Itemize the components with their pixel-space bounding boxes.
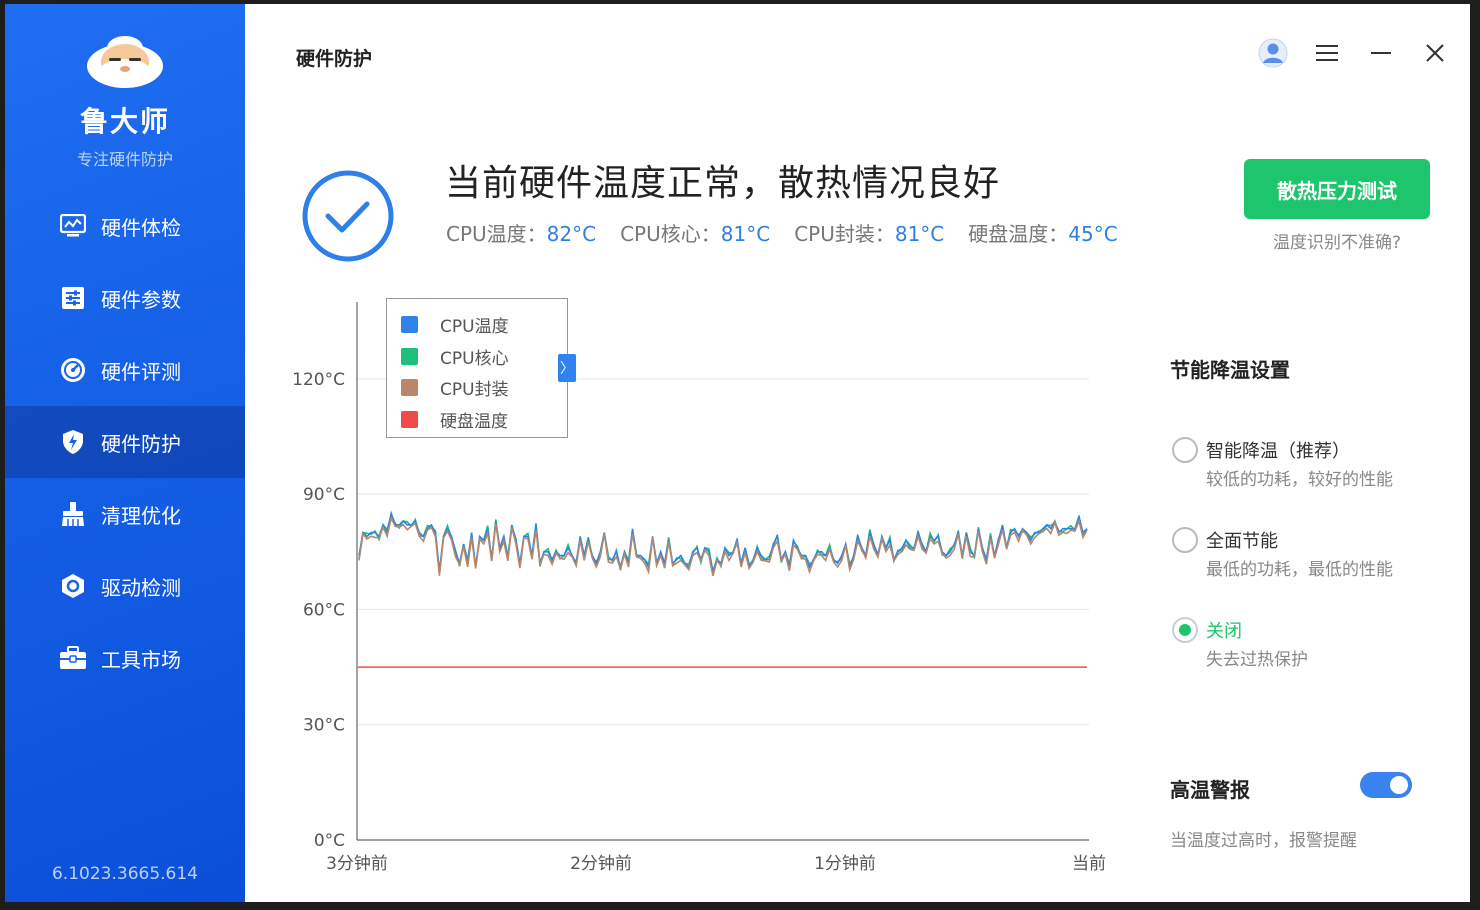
settings-title: 节能降温设置 (1170, 358, 1290, 382)
sidebar-item-hardware-params[interactable]: 硬件参数 (5, 262, 245, 334)
status-ok-icon (301, 169, 395, 263)
power-cooling-settings: 节能降温设置 智能降温（推荐） 较低的功耗，较好的性能 全面节能 最低的功耗，最… (1170, 354, 1450, 705)
legend-item-cpu-temp[interactable]: CPU温度 (401, 309, 567, 341)
sidebar-item-hardware-benchmark[interactable]: 硬件评测 (5, 334, 245, 406)
temp-inaccurate-link[interactable]: 温度识别不准确? (1273, 228, 1401, 253)
option-desc: 较低的功耗，较好的性能 (1206, 470, 1393, 490)
reading-cpu-temp: CPU温度：82°C (446, 222, 597, 246)
mascot-logo-icon (82, 32, 168, 94)
radio-full-saving[interactable] (1172, 527, 1198, 553)
chevron-right-icon: 〉 (560, 361, 574, 377)
version-label: 6.1023.3665.614 (51, 864, 198, 884)
sidebar-item-tool-market[interactable]: 工具市场 (5, 622, 245, 694)
sidebar-nav: 硬件体检 硬件参数 硬件评测 硬件防护 清理优化 驱动检测 工具市场 (5, 190, 245, 694)
legend-item-cpu-package[interactable]: CPU封装 (401, 372, 567, 404)
sidebar-item-label: 清理优化 (101, 503, 181, 528)
main-panel: 硬件防护 当前硬件温度正常，散热情况良好 CPU温度：82°C CPU核心：81… (245, 4, 1470, 902)
user-avatar-button[interactable] (1258, 38, 1288, 68)
series-cpu-package-line (358, 515, 1088, 577)
temperature-readings: CPU温度：82°C CPU核心：81°C CPU封装：81°C 硬盘温度：45… (446, 218, 1118, 247)
option-full-saving[interactable]: 全面节能 最低的功耗，最低的性能 (1170, 525, 1450, 615)
window-controls (1258, 38, 1450, 68)
option-off[interactable]: 关闭 失去过热保护 (1170, 615, 1450, 705)
gear-hex-icon (59, 572, 87, 600)
radio-smart-cooling[interactable] (1172, 437, 1198, 463)
legend-collapse-button[interactable]: 〉 (558, 354, 576, 382)
x-tick-label: 当前 (1072, 854, 1106, 874)
legend-item-cpu-core[interactable]: CPU核心 (401, 341, 567, 373)
monitor-icon (59, 212, 87, 240)
stress-test-button[interactable]: 散热压力测试 (1244, 159, 1430, 219)
status-headline: 当前硬件温度正常，散热情况良好 (445, 163, 1001, 204)
option-label: 全面节能 (1206, 531, 1278, 552)
minimize-icon (1371, 52, 1391, 54)
reading-cpu-core: CPU核心：81°C (620, 222, 771, 246)
user-icon (1258, 38, 1288, 68)
shield-bolt-icon (59, 428, 87, 456)
reading-disk-temp: 硬盘温度：45°C (968, 222, 1118, 246)
option-desc: 最低的功耗，最低的性能 (1206, 560, 1393, 580)
y-tick-label: 0°C (314, 831, 345, 851)
x-tick-label: 3分钟前 (326, 854, 388, 874)
brand-subtitle: 专注硬件防护 (76, 150, 173, 169)
sidebar-item-driver-check[interactable]: 驱动检测 (5, 550, 245, 622)
sidebar-item-label: 硬件防护 (101, 431, 181, 456)
alarm-toggle[interactable] (1360, 772, 1412, 798)
sidebar-item-label: 硬件参数 (101, 287, 181, 312)
sidebar-item-hardware-checkup[interactable]: 硬件体检 (5, 190, 245, 262)
temperature-chart: 0°C 30°C 60°C 90°C 120°C 3分钟前 2分钟前 1分钟前 当前 CPU温度… (275, 294, 1115, 884)
legend-swatch (401, 379, 418, 397)
menu-button[interactable] (1312, 38, 1342, 68)
legend-swatch (401, 316, 418, 334)
legend-swatch (401, 410, 418, 428)
speedometer-icon (59, 356, 87, 384)
y-tick-label: 120°C (292, 370, 345, 390)
page-title: 硬件防护 (296, 48, 373, 70)
toolbox-icon (59, 644, 87, 672)
sidebar-item-label: 驱动检测 (101, 575, 181, 600)
sidebar-item-hardware-protection[interactable]: 硬件防护 (5, 406, 245, 478)
option-desc: 失去过热保护 (1206, 650, 1308, 670)
option-smart-cooling[interactable]: 智能降温（推荐） 较低的功耗，较好的性能 (1170, 435, 1450, 525)
radio-off[interactable] (1172, 617, 1198, 643)
brand-name: 鲁大师 (79, 105, 170, 138)
app-window: 鲁大师 专注硬件防护 硬件体检 硬件参数 硬件评测 硬件防护 清理优化 驱动检测… (5, 4, 1470, 902)
hamburger-menu-icon (1316, 45, 1338, 61)
legend-item-disk-temp[interactable]: 硬盘温度 (401, 404, 567, 436)
sidebar-item-label: 硬件评测 (101, 359, 181, 384)
brand-logo: 鲁大师 专注硬件防护 (5, 32, 245, 170)
y-tick-label: 90°C (303, 485, 345, 505)
option-label: 关闭 (1206, 621, 1242, 642)
y-tick-label: 30°C (303, 716, 345, 736)
sidebar-item-label: 硬件体检 (101, 215, 181, 240)
minimize-button[interactable] (1366, 38, 1396, 68)
broom-icon (59, 500, 87, 528)
close-button[interactable] (1420, 38, 1450, 68)
sidebar-item-label: 工具市场 (101, 647, 181, 672)
legend-swatch (401, 347, 418, 365)
sliders-icon (59, 284, 87, 312)
alarm-title: 高温警报 (1170, 778, 1250, 802)
close-icon (1426, 44, 1444, 62)
x-tick-label: 2分钟前 (570, 854, 632, 874)
reading-cpu-package: CPU封装：81°C (794, 222, 945, 246)
chart-legend: CPU温度 CPU核心 CPU封装 硬盘温度 (386, 298, 568, 438)
x-tick-label: 1分钟前 (814, 854, 876, 874)
option-label: 智能降温（推荐） (1206, 441, 1350, 462)
sidebar-item-cleanup[interactable]: 清理优化 (5, 478, 245, 550)
alarm-desc: 当温度过高时，报警提醒 (1170, 831, 1357, 851)
sidebar: 鲁大师 专注硬件防护 硬件体检 硬件参数 硬件评测 硬件防护 清理优化 驱动检测… (5, 4, 245, 902)
y-tick-label: 60°C (303, 600, 345, 620)
